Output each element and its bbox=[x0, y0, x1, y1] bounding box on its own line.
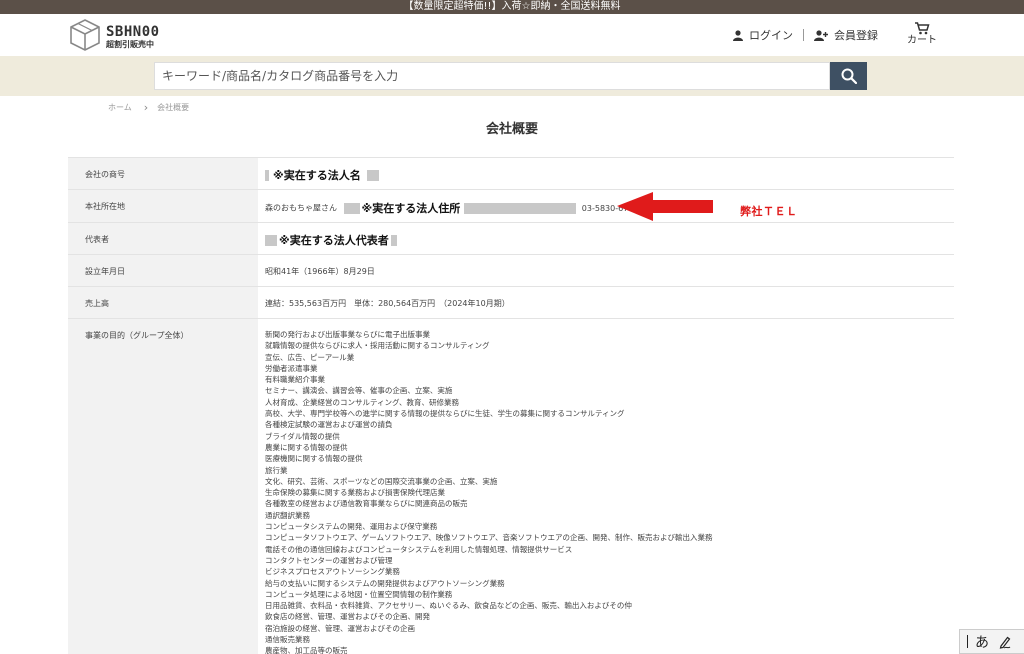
row-label: 事業の目的（グループ全体） bbox=[68, 317, 258, 654]
breadcrumb-home[interactable]: ホーム bbox=[108, 102, 132, 113]
table-row: 代表者 ※実在する法人代表者 bbox=[68, 222, 954, 255]
table-row: 本社所在地 森のおもちゃ屋さん ※実在する法人住所 03-5830-6771 bbox=[68, 189, 954, 223]
list-item: 日用品雑貨、衣料品・衣料雑貨、アクセサリー、ぬいぐるみ、飲食品などの企画、販売、… bbox=[265, 601, 632, 611]
ime-indicator[interactable]: あ bbox=[959, 629, 1024, 654]
page-title: 会社概要 bbox=[485, 122, 538, 137]
redaction-bar bbox=[265, 169, 269, 181]
row-value: ※実在する法人代表者 bbox=[258, 222, 954, 255]
address-prefix: 森のおもちゃ屋さん bbox=[265, 203, 337, 213]
address-value: ※実在する法人住所 bbox=[361, 202, 461, 215]
row-value: 新聞の発行および出版事業ならびに電子出版事業就職情報の提供ならびに求人・採用活動… bbox=[258, 317, 954, 654]
login-label: ログイン bbox=[749, 29, 793, 42]
row-value: ※実在する法人名 bbox=[258, 157, 954, 190]
list-item: コンピュータシステムの開発、運用および保守業務 bbox=[265, 522, 438, 532]
list-item: 就職情報の提供ならびに求人・採用活動に関するコンサルティング bbox=[265, 341, 490, 351]
list-item: 旅行業 bbox=[265, 465, 288, 475]
list-item: 文化、研究、芸術、スポーツなどの国際交流事業の企画、立案、実施 bbox=[265, 476, 498, 486]
redaction-bar bbox=[265, 234, 277, 246]
list-item: 農業に関する情報の提供 bbox=[265, 442, 348, 452]
table-row: 売上高 連結：535,563百万円 単体：280,564百万円 （2024年10… bbox=[68, 286, 954, 319]
row-label: 会社の商号 bbox=[68, 157, 258, 190]
redaction-bar bbox=[390, 234, 397, 246]
redaction-bar bbox=[464, 202, 577, 214]
row-label: 設立年月日 bbox=[68, 254, 258, 287]
search-input[interactable] bbox=[154, 62, 830, 90]
person-icon bbox=[733, 29, 743, 41]
announcement-bar: 【数量限定超特価!!】入荷☆即納・全国送料無料 bbox=[0, 0, 1024, 14]
list-item: 労働者派遣事業 bbox=[265, 363, 318, 373]
business-purpose-list: 新聞の発行および出版事業ならびに電子出版事業就職情報の提供ならびに求人・採用活動… bbox=[265, 329, 954, 654]
nav-divider bbox=[803, 29, 804, 41]
list-item: 宿泊施設の経営、管理、運営およびその企画 bbox=[265, 623, 415, 633]
tel-annotation: 弊社ＴＥＬ bbox=[740, 205, 798, 218]
company-name-value: ※実在する法人名 bbox=[273, 169, 361, 182]
search-band bbox=[0, 56, 1024, 96]
person-add-icon bbox=[814, 29, 828, 41]
table-row: 事業の目的（グループ全体） 新聞の発行および出版事業ならびに電子出版事業就職情報… bbox=[68, 317, 954, 654]
list-item: コンピュータ処理による地図・位置空間情報の制作業務 bbox=[265, 589, 453, 599]
list-item: 人材育成、企業経営のコンサルティング、教育、研修業務 bbox=[265, 397, 460, 407]
register-label: 会員登録 bbox=[834, 29, 878, 42]
list-item: セミナー、講演会、講習会等、催事の企画、立案、実施 bbox=[265, 386, 453, 396]
list-item: 飲食店の経営、管理、運営およびその企画、開発 bbox=[265, 612, 430, 622]
row-label: 売上高 bbox=[68, 286, 258, 319]
ime-mode: あ bbox=[975, 634, 989, 651]
list-item: ビジネスプロセスアウトソーシング業務 bbox=[265, 567, 400, 577]
breadcrumb: ホーム › 会社概要 bbox=[108, 101, 189, 114]
cart-button[interactable]: カート bbox=[902, 22, 942, 46]
list-item: 各種検定試験の運営および運営の請負 bbox=[265, 420, 393, 430]
company-info-table: 会社の商号 ※実在する法人名 本社所在地 森のおもちゃ屋さん ※実在する法人住所… bbox=[68, 157, 954, 654]
row-label: 本社所在地 bbox=[68, 189, 258, 223]
redaction-bar bbox=[366, 169, 379, 181]
redaction-bar bbox=[343, 202, 360, 214]
table-row: 会社の商号 ※実在する法人名 bbox=[68, 157, 954, 190]
list-item: 各種教室の経営および通信教育事業ならびに関連商品の販売 bbox=[265, 499, 468, 509]
list-item: 新聞の発行および出版事業ならびに電子出版事業 bbox=[265, 330, 430, 339]
breadcrumb-current: 会社概要 bbox=[157, 103, 190, 112]
list-item: 農産物、加工品等の販売 bbox=[265, 646, 348, 654]
search-icon bbox=[841, 68, 857, 84]
pen-icon bbox=[999, 636, 1011, 649]
sales-value: 連結：535,563百万円 単体：280,564百万円 （2024年10月期） bbox=[258, 286, 954, 319]
list-item: 給与の支払いに関するシステムの開発提供およびアウトソーシング業務 bbox=[265, 578, 505, 588]
founded-value: 昭和41年（1966年）8月29日 bbox=[258, 254, 954, 287]
register-link[interactable]: 会員登録 bbox=[814, 27, 878, 43]
row-value: 森のおもちゃ屋さん ※実在する法人住所 03-5830-6771 bbox=[258, 189, 954, 223]
list-item: コンタクトセンターの運営および管理 bbox=[265, 555, 393, 565]
cart-icon bbox=[915, 22, 930, 35]
header-nav: ログイン 会員登録 bbox=[733, 27, 878, 43]
list-item: 通信販売業務 bbox=[265, 635, 310, 645]
list-item: 通訳翻訳業務 bbox=[265, 510, 310, 520]
list-item: ブライダル情報の提供 bbox=[265, 431, 340, 441]
list-item: 電話その他の通信回線およびコンピュータシステムを利用した情報処理、情報提供サービ… bbox=[265, 544, 573, 554]
list-item: 高校、大学、専門学校等への進学に関する情報の提供ならびに生徒、学生の募集に関する… bbox=[265, 409, 625, 419]
table-row: 設立年月日 昭和41年（1966年）8月29日 bbox=[68, 254, 954, 287]
chevron-right-icon: › bbox=[143, 101, 149, 114]
representative-value: ※実在する法人代表者 bbox=[279, 234, 389, 247]
site-logo[interactable]: SBHN00 超割引販売中 bbox=[68, 18, 160, 52]
logo-tagline: 超割引販売中 bbox=[106, 40, 154, 49]
search-button[interactable] bbox=[830, 62, 867, 90]
list-item: 宣伝、広告、ピーアール業 bbox=[265, 352, 355, 362]
list-item: 有料職業紹介事業 bbox=[265, 375, 325, 385]
announcement-text: 【数量限定超特価!!】入荷☆即納・全国送料無料 bbox=[403, 1, 621, 12]
text-cursor-icon bbox=[967, 635, 968, 648]
login-link[interactable]: ログイン bbox=[733, 27, 793, 43]
arrow-left-icon bbox=[617, 192, 713, 221]
site-header: SBHN00 超割引販売中 ログイン 会員登録 カート bbox=[0, 14, 1024, 56]
cart-label: カート bbox=[907, 35, 937, 46]
list-item: 医療機関に関する情報の提供 bbox=[265, 454, 363, 464]
row-label: 代表者 bbox=[68, 222, 258, 255]
list-item: コンピュータソフトウエア、ゲームソフトウエア、映像ソフトウエア、音楽ソフトウエア… bbox=[265, 533, 713, 543]
cube-logo-icon bbox=[70, 19, 100, 51]
logo-name: SBHN00 bbox=[106, 24, 160, 40]
list-item: 生命保険の募集に関する業務および損害保険代理店業 bbox=[265, 488, 445, 498]
